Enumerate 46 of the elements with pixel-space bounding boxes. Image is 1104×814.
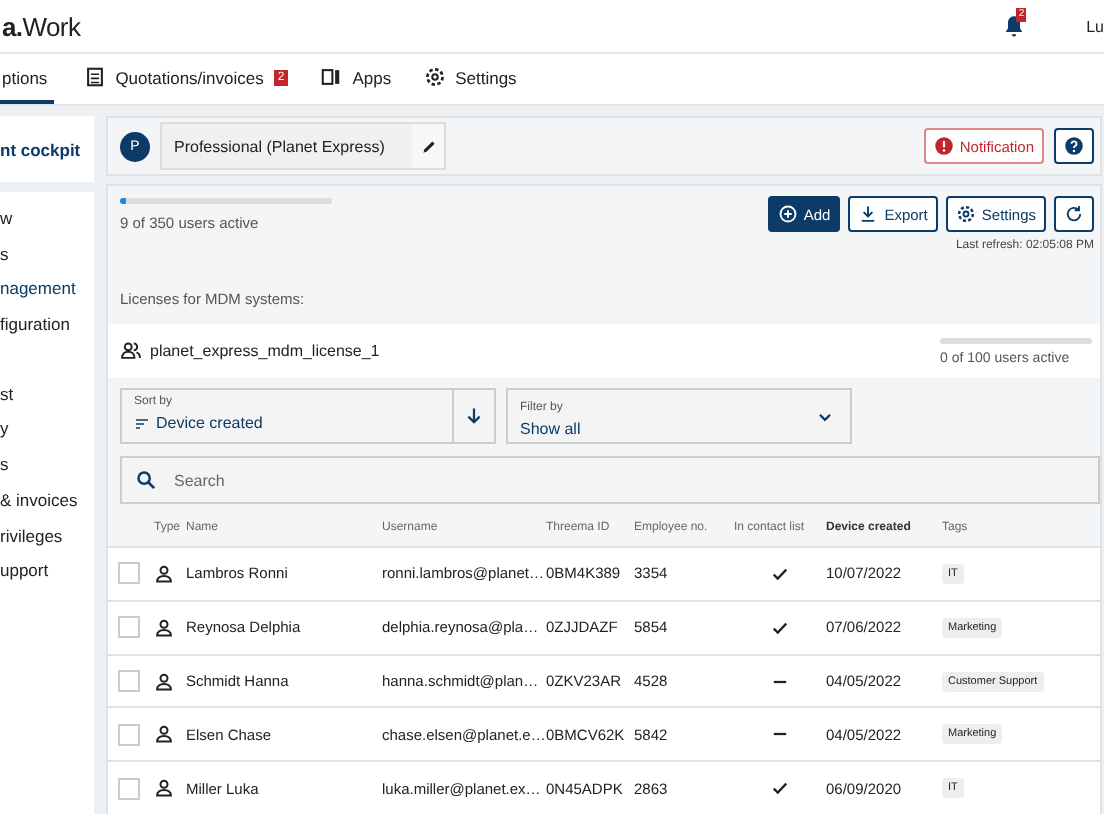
sort-lines-icon [134, 415, 150, 432]
row-checkbox[interactable] [118, 616, 140, 639]
sidebar-heading[interactable]: nt cockpit [0, 116, 94, 182]
user-name[interactable]: Lu [1086, 17, 1104, 35]
refresh-button[interactable] [1054, 196, 1094, 233]
search-field[interactable]: Search [120, 456, 1100, 505]
row-checkbox[interactable] [118, 670, 140, 692]
person-icon [154, 617, 174, 638]
arrow-down-icon [464, 406, 484, 427]
alert-icon [933, 136, 954, 156]
person-icon [154, 671, 174, 691]
add-icon [777, 204, 798, 225]
download-icon [858, 204, 879, 225]
sort-direction-button[interactable] [454, 388, 496, 445]
subscription-field[interactable]: Professional (Planet Express) [160, 122, 446, 170]
sidebar-item[interactable]: s [0, 237, 94, 273]
settings-icon [423, 66, 446, 88]
document-icon [83, 66, 106, 88]
row-checkbox[interactable] [118, 777, 140, 800]
row-checkbox[interactable] [118, 723, 140, 746]
sidebar-item[interactable]: & invoices [0, 483, 94, 519]
refresh-icon [1064, 204, 1084, 225]
license-name: planet_express_mdm_license_1 [150, 342, 380, 361]
person-icon [154, 724, 174, 745]
search-icon [136, 470, 156, 491]
group-icon [120, 340, 142, 363]
bell-icon[interactable] [1002, 14, 1027, 38]
settings-icon [955, 204, 976, 225]
apps-icon [320, 66, 343, 88]
tab[interactable]: Settings [421, 54, 519, 104]
sidebar-item[interactable]: figuration [0, 308, 94, 344]
row-checkbox[interactable] [118, 562, 140, 585]
sidebar-item[interactable]: y [0, 412, 94, 449]
sidebar-item[interactable]: nagement [0, 272, 94, 309]
help-icon [1064, 136, 1084, 156]
logo-text: a.Work [2, 11, 83, 41]
sidebar-item[interactable]: rivileges [0, 519, 94, 555]
person-icon [154, 563, 174, 584]
person-icon [154, 778, 174, 799]
help-button[interactable] [1054, 128, 1094, 164]
sidebar-item[interactable]: s [0, 448, 94, 484]
pencil-icon[interactable] [419, 137, 437, 155]
tab[interactable]: Apps [318, 54, 394, 104]
sidebar-item[interactable]: upport [0, 554, 94, 590]
sidebar-item[interactable]: st [0, 377, 94, 413]
sidebar-item[interactable]: w [0, 202, 94, 238]
